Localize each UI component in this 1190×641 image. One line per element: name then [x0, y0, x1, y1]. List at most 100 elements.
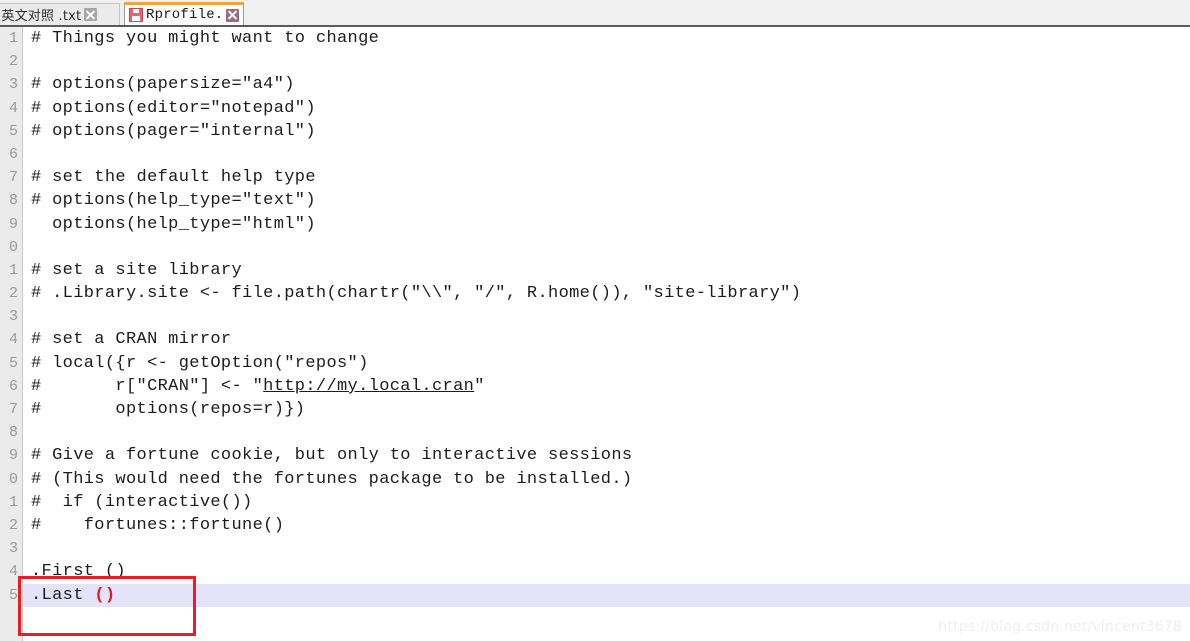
code-line[interactable]: 0: [0, 236, 1190, 259]
line-text-span: # options(repos=r)}): [31, 400, 306, 419]
line-text: # set a site library: [31, 259, 242, 282]
code-line[interactable]: 1 # if (interactive()): [0, 491, 1190, 514]
line-text-span: # local({r <- getOption("repos"): [31, 353, 369, 373]
line-number: 0: [8, 470, 18, 488]
current-line-highlight: [23, 583, 1190, 607]
line-number: 7: [8, 169, 18, 187]
tab-text-file[interactable]: 用中英文对照 .txt: [0, 3, 120, 25]
code-line[interactable]: 2 # fortunes::fortune(): [0, 514, 1190, 537]
line-text: # if (interactive()): [31, 491, 253, 514]
line-text: # options(editor="notepad"): [31, 97, 316, 120]
line-text-span: options(help_type="html"): [31, 214, 316, 234]
line-number: 1: [8, 493, 18, 511]
line-text-span: # options(pager="internal"): [31, 121, 316, 141]
line-text: .First (): [31, 560, 126, 583]
line-number: 5: [8, 586, 18, 604]
line-number: 2: [8, 53, 18, 71]
line-text-span: # set a CRAN mirror: [31, 330, 232, 350]
line-text: # options(repos=r)}): [31, 398, 305, 421]
code-line[interactable]: 3: [0, 305, 1190, 328]
code-line[interactable]: 8: [0, 421, 1190, 444]
line-text: # local({r <- getOption("repos"): [31, 352, 369, 375]
code-line[interactable]: 9 options(help_type="html"): [0, 213, 1190, 236]
code-line[interactable]: 2 # .Library.site <- file.path(chartr("\\…: [0, 282, 1190, 305]
line-text-span: # Things you might want to change: [31, 29, 380, 48]
floppy-save-icon: [129, 8, 143, 22]
line-number: 1: [8, 30, 18, 47]
code-line[interactable]: 6 # r["CRAN"] <- "http://my.local.cran": [0, 375, 1190, 398]
code-line[interactable]: 9 # Give a fortune cookie, but only to in…: [0, 444, 1190, 467]
line-number: 4: [8, 331, 18, 349]
code-line[interactable]: 0 # (This would need the fortunes package…: [0, 468, 1190, 491]
line-text: # .Library.site <- file.path(chartr("\\"…: [31, 282, 801, 305]
line-text-span: .Last: [31, 585, 95, 605]
line-text-span: .First (): [31, 562, 126, 582]
tab-label: Rprofile.site: [146, 7, 223, 23]
line-text: # Give a fortune cookie, but only to int…: [31, 444, 632, 467]
code-line[interactable]: 8 # options(help_type="text"): [0, 189, 1190, 212]
line-number: 2: [8, 516, 18, 534]
code-line[interactable]: 1 # Things you might want to change: [0, 27, 1190, 50]
line-text: # set the default help type: [31, 166, 316, 189]
line-text: # (This would need the fortunes package …: [31, 468, 632, 491]
line-text: .Last (): [31, 584, 115, 607]
code-line[interactable]: 3 # options(papersize="a4"): [0, 73, 1190, 96]
line-text: # set a CRAN mirror: [31, 328, 231, 351]
line-text-span: # options(editor="notepad"): [31, 98, 316, 118]
code-line[interactable]: 4 # set a CRAN mirror: [0, 328, 1190, 351]
line-text: # options(papersize="a4"): [31, 73, 295, 96]
line-text: options(help_type="html"): [31, 213, 316, 236]
line-text-span: # .Library.site <- file.path(chartr("\\"…: [31, 284, 802, 304]
line-number: 6: [8, 377, 18, 395]
close-icon[interactable]: [84, 8, 98, 21]
line-number: 1: [8, 261, 18, 279]
line-text-span: # options(help_type="text"): [31, 191, 316, 211]
line-number: 4: [8, 563, 18, 581]
code-line[interactable]: 1 # set a site library: [0, 259, 1190, 282]
code-editor[interactable]: 1 # Things you might want to change 2 3 # op…: [0, 27, 1190, 641]
line-text-span: # options(papersize="a4"): [31, 75, 295, 95]
line-number: 3: [8, 76, 18, 94]
tab-rprofile-site[interactable]: Rprofile.site: [124, 2, 244, 25]
line-text: # options(pager="internal"): [31, 120, 316, 143]
line-text: # Things you might want to change: [31, 27, 379, 50]
line-text-span: # set the default help type: [31, 168, 316, 188]
close-icon[interactable]: [226, 8, 239, 22]
code-area[interactable]: 1 # Things you might want to change 2 3 # op…: [0, 27, 1190, 641]
code-line[interactable]: 7 # set the default help type: [0, 166, 1190, 189]
tab-bar: 用中英文对照 .txt Rprofile.site: [0, 0, 1190, 27]
code-line[interactable]: 4 .First (): [0, 560, 1190, 583]
line-text: # fortunes::fortune(): [31, 514, 284, 537]
line-number: 0: [8, 238, 18, 256]
line-number: 9: [8, 215, 18, 233]
line-text-span: # if (interactive()): [31, 492, 253, 512]
line-number: 6: [8, 145, 18, 163]
code-line[interactable]: 3: [0, 537, 1190, 560]
code-line[interactable]: 4 # options(editor="notepad"): [0, 97, 1190, 120]
line-number: 7: [8, 401, 18, 418]
line-text-span: # (This would need the fortunes package …: [31, 469, 633, 489]
line-number: 2: [8, 285, 18, 303]
matching-paren-highlight: (): [94, 585, 116, 605]
code-line[interactable]: 7 # options(repos=r)}): [0, 398, 1190, 421]
line-text-span: # Give a fortune cookie, but only to int…: [31, 446, 633, 466]
line-number: 9: [8, 447, 18, 465]
line-number: 3: [8, 540, 18, 558]
code-line[interactable]: 5 # options(pager="internal"): [0, 120, 1190, 143]
line-text-span: # fortunes::fortune(): [31, 515, 285, 535]
code-line[interactable]: 2: [0, 50, 1190, 73]
watermark: https://blog.csdn.net/vincent3678: [938, 619, 1182, 635]
code-line[interactable]: 5 # local({r <- getOption("repos"): [0, 352, 1190, 375]
line-number: 8: [8, 424, 18, 442]
line-text-span: # set a site library: [31, 260, 243, 280]
line-text: # options(help_type="text"): [31, 189, 316, 212]
code-line[interactable]: 5 .Last (): [0, 583, 1190, 607]
inline-url-link[interactable]: http://my.local.cran: [263, 377, 474, 396]
line-number: 3: [8, 308, 18, 326]
code-line[interactable]: 6: [0, 143, 1190, 166]
line-number: 4: [8, 99, 18, 117]
line-text: # r["CRAN"] <- "http://my.local.cran": [31, 376, 485, 396]
line-number: 5: [8, 354, 18, 372]
tab-label: 用中英文对照 .txt: [0, 9, 82, 24]
line-number: 8: [8, 192, 18, 210]
